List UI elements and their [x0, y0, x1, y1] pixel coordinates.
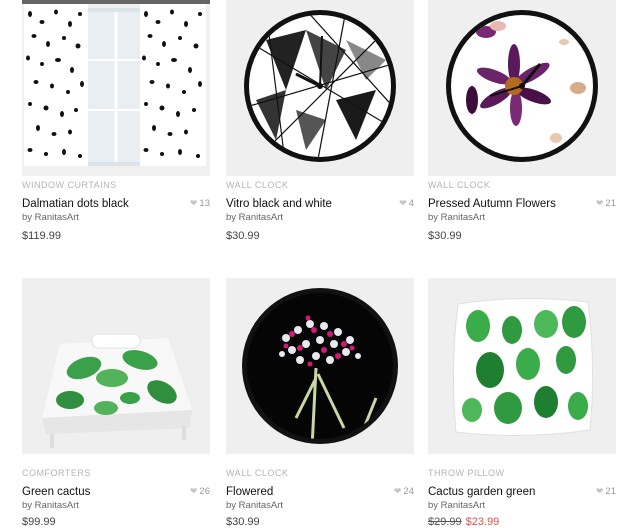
- product-price: $119.99: [22, 230, 61, 242]
- product-price: $99.99: [22, 516, 56, 528]
- like-count[interactable]: ❤ 26: [190, 486, 210, 497]
- product-artist[interactable]: by RanitasArt: [226, 500, 283, 511]
- product-artist[interactable]: by RanitasArt: [22, 212, 79, 223]
- flowers-clock-image: [428, 0, 616, 176]
- like-count-value: 26: [199, 486, 210, 497]
- product-card[interactable]: WALL CLOCK Vitro black and white ❤ 4 by R…: [226, 0, 414, 250]
- product-artist[interactable]: by RanitasArt: [428, 212, 485, 223]
- like-count-value: 21: [605, 198, 616, 209]
- product-image-clock[interactable]: [226, 278, 414, 454]
- like-count[interactable]: ❤ 4: [399, 198, 414, 209]
- like-count[interactable]: ❤ 24: [394, 486, 414, 497]
- like-count-value: 21: [605, 486, 616, 497]
- product-card[interactable]: COMFORTERS Green cactus ❤ 26 by RanitasAr…: [22, 278, 210, 528]
- like-count-value: 13: [199, 198, 210, 209]
- product-title[interactable]: Vitro black and white: [226, 198, 332, 210]
- product-artist[interactable]: by RanitasArt: [428, 500, 485, 511]
- original-price: $29.99: [428, 516, 462, 528]
- flower-tree-clock-image: [226, 278, 414, 454]
- product-category: THROW PILLOW: [428, 468, 505, 478]
- product-category: WALL CLOCK: [226, 180, 289, 190]
- sale-price: $23.99: [465, 516, 500, 528]
- product-card[interactable]: THROW PILLOW Cactus garden green ❤ 21 by …: [428, 278, 616, 528]
- product-image-clock[interactable]: [226, 0, 414, 176]
- product-category: WINDOW CURTAINS: [22, 180, 117, 190]
- like-count-value: 24: [403, 486, 414, 497]
- heart-icon[interactable]: ❤: [596, 486, 604, 496]
- heart-icon[interactable]: ❤: [190, 198, 198, 208]
- product-title[interactable]: Dalmatian dots black: [22, 198, 129, 210]
- product-image-curtains[interactable]: [22, 0, 210, 176]
- product-title[interactable]: Cactus garden green: [428, 486, 535, 498]
- curtains-image: [22, 0, 210, 176]
- geometric-clock-image: [226, 0, 414, 176]
- product-card[interactable]: WINDOW CURTAINS Dalmatian dots black ❤ 13…: [22, 0, 210, 250]
- product-image-comforter[interactable]: [22, 278, 210, 454]
- product-price: $30.99: [226, 516, 260, 528]
- product-title[interactable]: Pressed Autumn Flowers: [428, 198, 556, 210]
- cactus-comforter-image: [22, 278, 210, 454]
- like-count[interactable]: ❤ 13: [190, 198, 210, 209]
- product-price: $30.99: [428, 230, 462, 242]
- product-card[interactable]: WALL CLOCK Flowered ❤ 24 by RanitasArt $3…: [226, 278, 414, 528]
- heart-icon[interactable]: ❤: [190, 486, 198, 496]
- product-card[interactable]: WALL CLOCK Pressed Autumn Flowers ❤ 21 by…: [428, 0, 616, 250]
- product-image-pillow[interactable]: [428, 278, 616, 454]
- product-category: COMFORTERS: [22, 468, 91, 478]
- like-count[interactable]: ❤ 21: [596, 198, 616, 209]
- product-artist[interactable]: by RanitasArt: [22, 500, 79, 511]
- product-category: WALL CLOCK: [428, 180, 491, 190]
- product-artist[interactable]: by RanitasArt: [226, 212, 283, 223]
- cactus-pillow-image: [428, 278, 616, 454]
- product-category: WALL CLOCK: [226, 468, 289, 478]
- like-count-value: 4: [408, 198, 414, 209]
- product-image-clock[interactable]: [428, 0, 616, 176]
- heart-icon[interactable]: ❤: [394, 486, 402, 496]
- heart-icon[interactable]: ❤: [596, 198, 604, 208]
- product-title[interactable]: Green cactus: [22, 486, 90, 498]
- like-count[interactable]: ❤ 21: [596, 486, 616, 497]
- product-price: $30.99: [226, 230, 260, 242]
- product-title[interactable]: Flowered: [226, 486, 273, 498]
- heart-icon[interactable]: ❤: [399, 198, 407, 208]
- product-price: $29.99 $23.99: [428, 516, 499, 528]
